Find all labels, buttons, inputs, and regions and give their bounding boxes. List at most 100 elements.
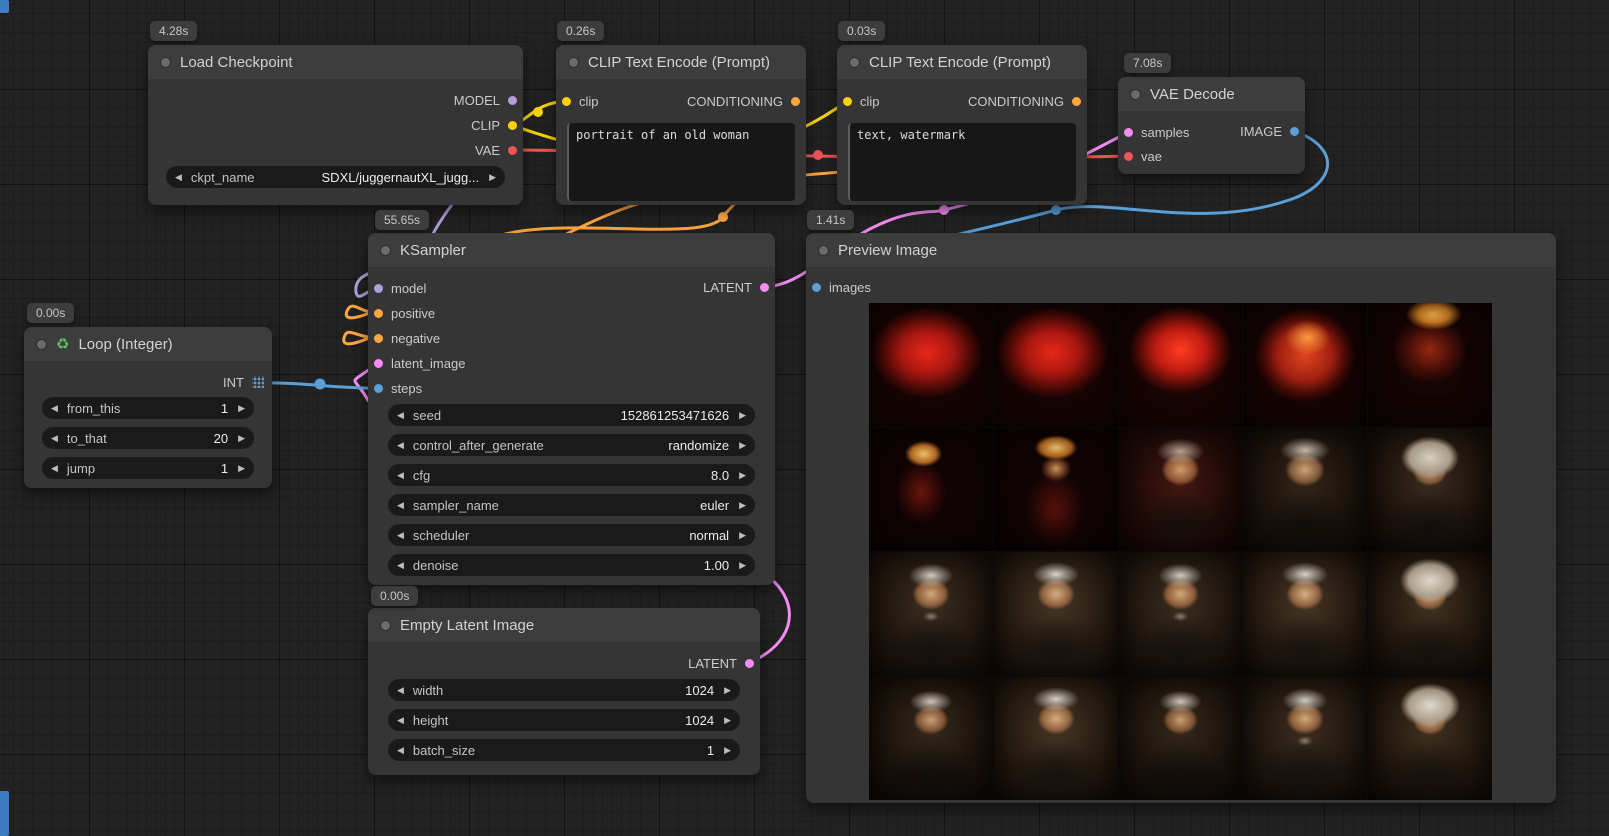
widget-width[interactable]: ◀ width 1024 ▶: [388, 679, 740, 701]
node-title-bar[interactable]: Empty Latent Image: [368, 608, 760, 642]
widget-cfg[interactable]: ◀ cfg 8.0 ▶: [388, 464, 755, 486]
vae-output-dot[interactable]: [508, 146, 517, 155]
right-arrow-icon[interactable]: ▶: [724, 686, 731, 695]
widget-to-that[interactable]: ◀ to_that 20 ▶: [42, 427, 254, 449]
output-slot-clip: CLIP: [471, 117, 517, 133]
preview-image-cell: [1119, 677, 1243, 801]
node-ksampler[interactable]: KSampler model positive negative latent_…: [368, 233, 775, 585]
latent-image-input-dot[interactable]: [374, 359, 383, 368]
node-title-bar[interactable]: Preview Image: [806, 233, 1556, 267]
node-collapse-dot[interactable]: [36, 339, 47, 350]
right-arrow-icon[interactable]: ▶: [489, 173, 496, 182]
widget-seed[interactable]: ◀ seed 152861253471626 ▶: [388, 404, 755, 426]
widget-control-after-generate[interactable]: ◀ control_after_generate randomize ▶: [388, 434, 755, 456]
node-collapse-dot[interactable]: [380, 245, 391, 256]
exec-time-badge-loop: 0.00s: [27, 303, 74, 323]
steps-input-dot[interactable]: [374, 384, 383, 393]
conditioning-output-dot[interactable]: [791, 97, 800, 106]
prompt-textarea[interactable]: text, watermark: [848, 123, 1076, 201]
preview-image-cell: [1119, 428, 1243, 552]
right-arrow-icon[interactable]: ▶: [238, 434, 245, 443]
node-title-bar[interactable]: CLIP Text Encode (Prompt): [556, 45, 806, 79]
conditioning-output-dot[interactable]: [1072, 97, 1081, 106]
clip-output-dot[interactable]: [508, 121, 517, 130]
right-arrow-icon[interactable]: ▶: [238, 464, 245, 473]
left-arrow-icon[interactable]: ◀: [51, 404, 58, 413]
node-clip-text-encode-negative[interactable]: CLIP Text Encode (Prompt) clip CONDITION…: [837, 45, 1087, 205]
node-collapse-dot[interactable]: [1130, 89, 1141, 100]
widget-sampler-name[interactable]: ◀ sampler_name euler ▶: [388, 494, 755, 516]
left-arrow-icon[interactable]: ◀: [397, 746, 404, 755]
model-input-dot[interactable]: [374, 284, 383, 293]
node-title-bar[interactable]: ♻ Loop (Integer): [24, 327, 272, 361]
slot-label: MODEL: [454, 93, 500, 108]
preview-image-cell: [994, 552, 1118, 676]
right-arrow-icon[interactable]: ▶: [724, 716, 731, 725]
widget-label: from_this: [67, 401, 120, 416]
negative-input-dot[interactable]: [374, 334, 383, 343]
left-arrow-icon[interactable]: ◀: [397, 411, 404, 420]
node-loop-integer[interactable]: ♻ Loop (Integer) INT ◀ from_this 1 ▶ ◀ t…: [24, 327, 272, 488]
node-load-checkpoint[interactable]: Load Checkpoint MODEL CLIP VAE ◀ ckpt_na…: [148, 45, 523, 205]
widget-value: SDXL/juggernautXL_jugg...: [255, 170, 480, 185]
node-title-bar[interactable]: KSampler: [368, 233, 775, 267]
convert-widget-icon[interactable]: [252, 376, 264, 388]
widget-height[interactable]: ◀ height 1024 ▶: [388, 709, 740, 731]
left-arrow-icon[interactable]: ◀: [397, 471, 404, 480]
positive-input-dot[interactable]: [374, 309, 383, 318]
node-collapse-dot[interactable]: [818, 245, 829, 256]
node-empty-latent-image[interactable]: Empty Latent Image LATENT ◀ width 1024 ▶…: [368, 608, 760, 775]
latent-output-dot[interactable]: [745, 659, 754, 668]
widget-scheduler[interactable]: ◀ scheduler normal ▶: [388, 524, 755, 546]
widget-from-this[interactable]: ◀ from_this 1 ▶: [42, 397, 254, 419]
node-title-bar[interactable]: Load Checkpoint: [148, 45, 523, 79]
widget-denoise[interactable]: ◀ denoise 1.00 ▶: [388, 554, 755, 576]
widget-batch-size[interactable]: ◀ batch_size 1 ▶: [388, 739, 740, 761]
left-arrow-icon[interactable]: ◀: [397, 531, 404, 540]
node-vae-decode[interactable]: VAE Decode samples vae IMAGE: [1118, 77, 1305, 174]
node-collapse-dot[interactable]: [160, 57, 171, 68]
node-title-bar[interactable]: VAE Decode: [1118, 77, 1305, 111]
images-input-dot[interactable]: [812, 283, 821, 292]
right-arrow-icon[interactable]: ▶: [739, 411, 746, 420]
node-clip-text-encode-positive[interactable]: CLIP Text Encode (Prompt) clip CONDITION…: [556, 45, 806, 205]
node-collapse-dot[interactable]: [849, 57, 860, 68]
widget-label: to_that: [67, 431, 107, 446]
right-arrow-icon[interactable]: ▶: [739, 471, 746, 480]
widget-value: 1: [475, 743, 714, 758]
node-collapse-dot[interactable]: [380, 620, 391, 631]
slot-label: vae: [1141, 149, 1162, 164]
clip-input-dot[interactable]: [843, 97, 852, 106]
widget-jump[interactable]: ◀ jump 1 ▶: [42, 457, 254, 479]
right-arrow-icon[interactable]: ▶: [739, 561, 746, 570]
slot-label: VAE: [475, 143, 500, 158]
model-output-dot[interactable]: [508, 96, 517, 105]
right-arrow-icon[interactable]: ▶: [739, 501, 746, 510]
prompt-textarea[interactable]: portrait of an old woman: [567, 123, 795, 201]
output-slot-latent: LATENT: [688, 655, 754, 671]
right-arrow-icon[interactable]: ▶: [724, 746, 731, 755]
node-collapse-dot[interactable]: [568, 57, 579, 68]
left-arrow-icon[interactable]: ◀: [397, 501, 404, 510]
clip-input-dot[interactable]: [562, 97, 571, 106]
left-arrow-icon[interactable]: ◀: [397, 716, 404, 725]
latent-output-dot[interactable]: [760, 283, 769, 292]
left-arrow-icon[interactable]: ◀: [397, 686, 404, 695]
image-output-dot[interactable]: [1290, 127, 1299, 136]
left-arrow-icon[interactable]: ◀: [51, 434, 58, 443]
node-preview-image[interactable]: Preview Image images: [806, 233, 1556, 803]
left-arrow-icon[interactable]: ◀: [397, 441, 404, 450]
node-graph-canvas[interactable]: 4.28s 0.26s 0.03s 7.08s 55.65s 0.00s 0.0…: [0, 0, 1609, 836]
widget-ckpt-name[interactable]: ◀ ckpt_name SDXL/juggernautXL_jugg... ▶: [166, 166, 505, 188]
left-arrow-icon[interactable]: ◀: [397, 561, 404, 570]
node-title-bar[interactable]: CLIP Text Encode (Prompt): [837, 45, 1087, 79]
right-arrow-icon[interactable]: ▶: [739, 441, 746, 450]
left-arrow-icon[interactable]: ◀: [175, 173, 182, 182]
output-slot-conditioning: CONDITIONING: [968, 93, 1081, 109]
right-arrow-icon[interactable]: ▶: [739, 531, 746, 540]
samples-input-dot[interactable]: [1124, 128, 1133, 137]
node-title: Preview Image: [838, 242, 937, 259]
left-arrow-icon[interactable]: ◀: [51, 464, 58, 473]
vae-input-dot[interactable]: [1124, 152, 1133, 161]
right-arrow-icon[interactable]: ▶: [238, 404, 245, 413]
